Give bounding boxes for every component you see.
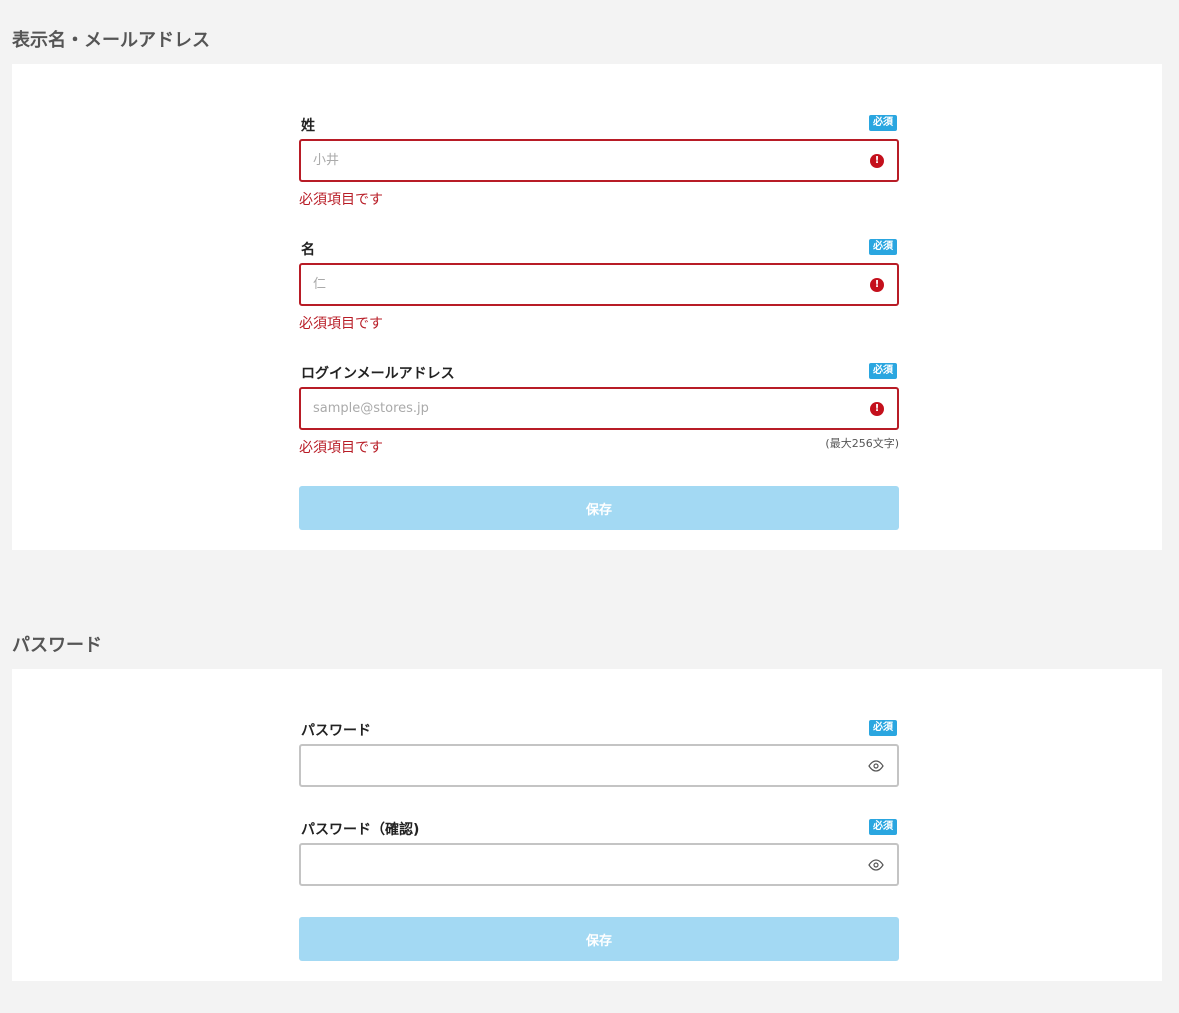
- required-badge: 必須: [869, 115, 897, 131]
- password-label: パスワード: [301, 723, 371, 739]
- eye-icon[interactable]: [868, 759, 884, 773]
- last-name-label: 姓: [301, 118, 315, 134]
- last-name-input[interactable]: [313, 141, 853, 180]
- email-error: 必須項目です: [299, 440, 383, 456]
- first-name-error: 必須項目です: [299, 316, 383, 332]
- email-max-length-hint: (最大256文字): [825, 437, 899, 450]
- profile-save-button[interactable]: 保存: [299, 486, 899, 530]
- last-name-input-wrapper: !: [299, 139, 899, 182]
- email-input-wrapper: !: [299, 387, 899, 430]
- error-circle-icon: !: [870, 278, 884, 292]
- required-badge: 必須: [869, 363, 897, 379]
- first-name-input-wrapper: !: [299, 263, 899, 306]
- password-section-title: パスワード: [12, 635, 102, 656]
- error-circle-icon: !: [870, 402, 884, 416]
- first-name-label: 名: [301, 242, 315, 258]
- password-input-wrapper: [299, 744, 899, 787]
- email-input[interactable]: [313, 389, 853, 428]
- eye-icon[interactable]: [868, 858, 884, 872]
- password-confirm-input[interactable]: [313, 845, 853, 884]
- required-badge: 必須: [869, 720, 897, 736]
- email-label: ログインメールアドレス: [301, 366, 455, 382]
- password-confirm-label: パスワード（確認): [301, 822, 420, 838]
- required-badge: 必須: [869, 819, 897, 835]
- profile-card: 姓 必須 ! 必須項目です 名 必須 ! 必須項目です ログインメールアドレス …: [12, 64, 1162, 550]
- password-save-button[interactable]: 保存: [299, 917, 899, 961]
- error-circle-icon: !: [870, 154, 884, 168]
- password-confirm-input-wrapper: [299, 843, 899, 886]
- profile-section-title: 表示名・メールアドレス: [12, 30, 210, 51]
- last-name-error: 必須項目です: [299, 192, 383, 208]
- required-badge: 必須: [869, 239, 897, 255]
- password-input[interactable]: [313, 746, 853, 785]
- first-name-input[interactable]: [313, 265, 853, 304]
- password-card: パスワード 必須 パスワード（確認) 必須 保存: [12, 669, 1162, 981]
